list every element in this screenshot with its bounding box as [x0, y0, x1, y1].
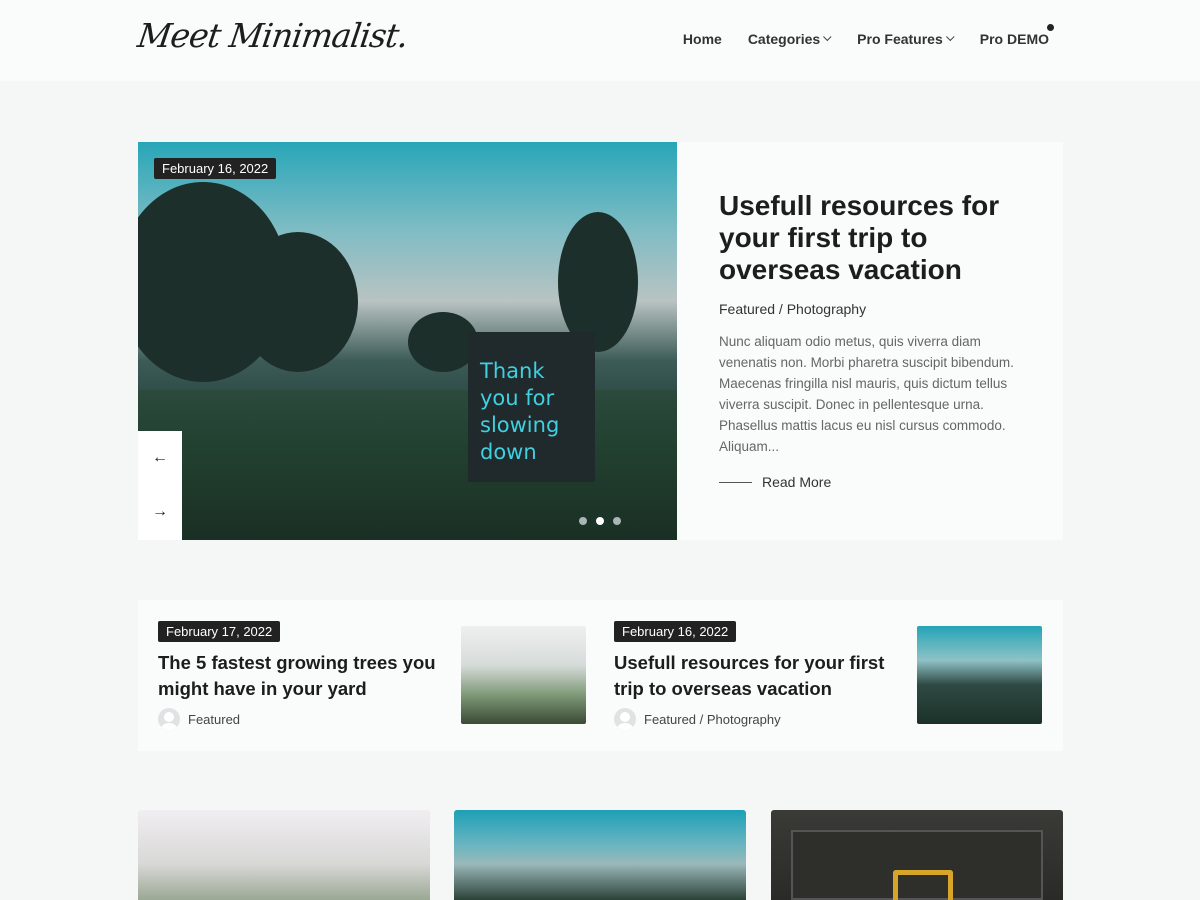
featured-post: February 16, 2022 Usefull resources for … [614, 600, 1044, 751]
hero-excerpt: Nunc aliquam odio metus, quis viverra di… [719, 334, 1014, 454]
post-meta: Featured / Photography [614, 708, 781, 730]
slider-arrows: ← → [138, 431, 182, 540]
hero-categories[interactable]: Featured / Photography [719, 301, 866, 317]
nav-item-pro-demo[interactable]: Pro DEMO [980, 31, 1049, 47]
nav-item-categories[interactable]: Categories [747, 31, 832, 47]
site-header: Meet Minimalist. Home Categories Pro Fea… [0, 0, 1200, 81]
slider-dot[interactable] [579, 517, 587, 525]
read-more-line [719, 481, 752, 483]
nav-item-label: Pro Features [857, 31, 943, 47]
slider-dots [579, 517, 621, 525]
slider-dot-active[interactable] [596, 517, 604, 525]
arrow-right-icon[interactable]: → [151, 503, 169, 521]
post-date-badge[interactable]: February 16, 2022 [614, 621, 737, 642]
post-title[interactable]: The 5 fastest growing trees you might ha… [158, 650, 438, 702]
post-thumbnail[interactable] [461, 626, 586, 724]
slider-dot[interactable] [613, 517, 621, 525]
nav-item-label: Pro DEMO [979, 31, 1049, 47]
post-categories[interactable]: Featured [188, 712, 240, 727]
arrow-left-icon[interactable]: ← [151, 449, 169, 467]
hero-date-badge[interactable]: February 16, 2022 [154, 158, 277, 179]
post-thumbnail[interactable] [917, 626, 1042, 724]
hero-sign: Thank you for slowing down [468, 332, 595, 482]
tree-shape [558, 212, 638, 352]
post-categories[interactable]: Featured / Photography [644, 712, 781, 727]
nav-item-pro-features[interactable]: Pro Features [857, 31, 955, 47]
nav-item-label: Home [682, 31, 722, 47]
post-card-image[interactable] [138, 810, 430, 900]
main-nav: Home Categories Pro Features Pro DEMO [683, 31, 1049, 47]
featured-posts: February 17, 2022 The 5 fastest growing … [138, 600, 1063, 751]
hero-image[interactable]: Thank you for slowing down February 16, … [138, 142, 677, 540]
post-meta: Featured [158, 708, 240, 730]
hero-title[interactable]: Usefull resources for your first trip to… [719, 190, 1029, 286]
post-card-image[interactable] [454, 810, 746, 900]
notification-dot [1047, 24, 1054, 31]
avatar[interactable] [614, 708, 636, 730]
drawer-handle-shape [893, 870, 953, 900]
featured-post: February 17, 2022 The 5 fastest growing … [158, 600, 588, 751]
read-more-link[interactable]: Read More [719, 474, 831, 490]
tree-shape [238, 232, 358, 372]
nav-item-label: Categories [747, 31, 821, 47]
post-card-image[interactable] [771, 810, 1063, 900]
post-title[interactable]: Usefull resources for your first trip to… [614, 650, 894, 702]
site-logo[interactable]: Meet Minimalist. [135, 16, 410, 55]
nav-item-home[interactable]: Home [683, 31, 722, 47]
hero-sign-text: Thank you for slowing down [480, 359, 560, 464]
chevron-down-icon [945, 32, 955, 42]
post-date-badge[interactable]: February 17, 2022 [158, 621, 281, 642]
avatar[interactable] [158, 708, 180, 730]
chevron-down-icon [823, 32, 832, 42]
hero-slider: Thank you for slowing down February 16, … [138, 142, 1063, 540]
read-more-label: Read More [762, 474, 832, 490]
